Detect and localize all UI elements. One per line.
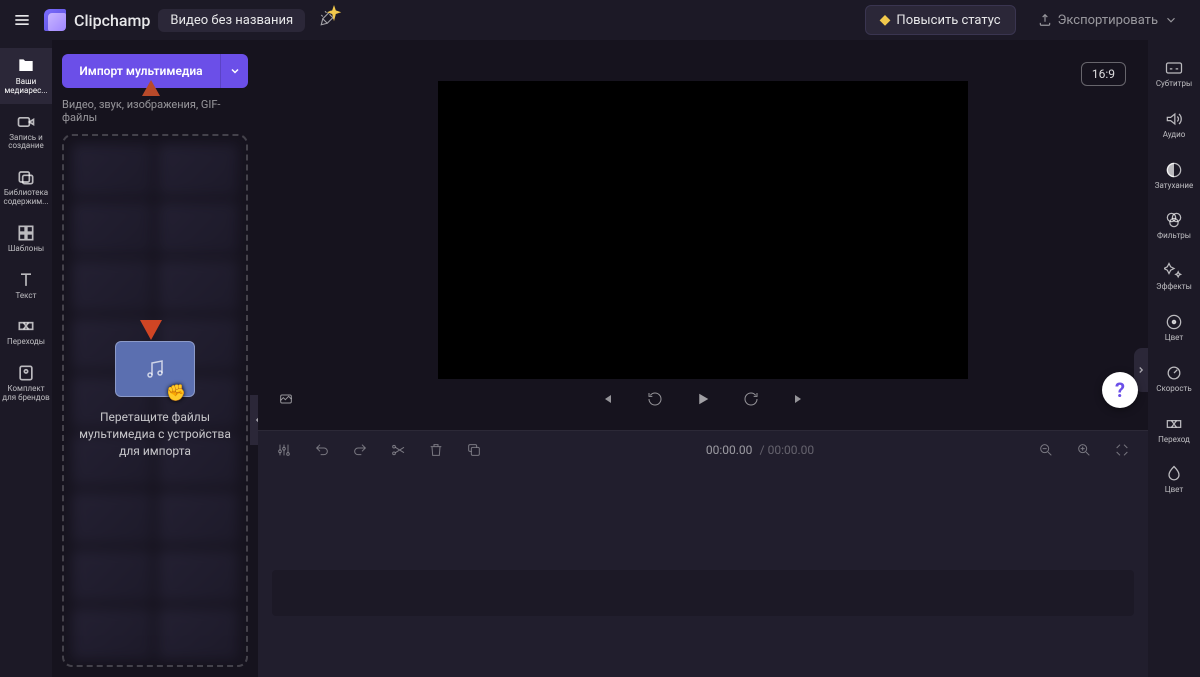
- sidebar-item-label: Переходы: [7, 338, 45, 347]
- skip-start-button[interactable]: [593, 385, 621, 413]
- sidebar-item-templates[interactable]: Шаблоны: [0, 215, 52, 262]
- import-hint-text: Видео, звук, изображения, GIF-файлы: [62, 98, 248, 124]
- export-button[interactable]: Экспортировать: [1024, 7, 1192, 34]
- brand-name: Clipchamp: [74, 11, 150, 30]
- sidebar-item-label: Эффекты: [1156, 283, 1192, 292]
- time-display: 00:00.00 / 00:00.00: [706, 443, 814, 457]
- sidebar-item-brandkit[interactable]: Комплект для брендов: [0, 355, 52, 411]
- aspect-ratio-button[interactable]: 16:9: [1081, 62, 1126, 86]
- upgrade-button[interactable]: ◆ Повысить статус: [865, 5, 1016, 35]
- sidebar-item-label: Переход: [1158, 436, 1190, 445]
- media-panel: Импорт мультимедиа Видео, звук, изображе…: [52, 40, 258, 677]
- sidebar-item-record[interactable]: Запись и создание: [0, 104, 52, 160]
- help-button[interactable]: ?: [1102, 372, 1138, 408]
- undo-button[interactable]: [310, 438, 334, 462]
- sidebar-item-label: Шаблоны: [8, 245, 44, 254]
- sidebar-item-label: Комплект для брендов: [2, 385, 50, 403]
- rewind-button[interactable]: [641, 385, 669, 413]
- sidebar-item-label: Текст: [16, 292, 37, 301]
- sidebar-item-transitions[interactable]: Переходы: [0, 308, 52, 355]
- delete-button[interactable]: [424, 438, 448, 462]
- sidebar-item-color2[interactable]: Цвет: [1148, 454, 1200, 505]
- center-area: 16:9: [258, 40, 1148, 677]
- import-media-button[interactable]: Импорт мультимедиа: [62, 54, 220, 88]
- preview-area: 16:9: [258, 40, 1148, 430]
- sidebar-item-library[interactable]: Библиотека содержим...: [0, 159, 52, 215]
- diamond-icon: ◆: [880, 12, 891, 28]
- timeline[interactable]: [258, 468, 1148, 677]
- sidebar-item-label: Ваши медиарес...: [2, 78, 50, 96]
- sidebar-item-label: Цвет: [1165, 334, 1183, 343]
- skip-end-button[interactable]: [785, 385, 813, 413]
- export-label: Экспортировать: [1058, 13, 1158, 28]
- zoom-out-button[interactable]: [1034, 438, 1058, 462]
- sidebar-item-fade[interactable]: Затухание: [1148, 150, 1200, 201]
- play-button[interactable]: [689, 385, 717, 413]
- logo-icon: [44, 9, 66, 31]
- import-dropdown-button[interactable]: [220, 54, 248, 88]
- sidebar-item-label: Аудио: [1163, 131, 1186, 140]
- sidebar-item-audio[interactable]: Аудио: [1148, 99, 1200, 150]
- header: Clipchamp Видео без названия ◆ Повысить …: [0, 0, 1200, 40]
- left-rail: Ваши медиарес... Запись и создание Библи…: [0, 40, 52, 677]
- sidebar-item-label: Фильтры: [1157, 232, 1191, 241]
- sidebar-item-label: Субтитры: [1156, 80, 1192, 89]
- current-time: 00:00.00: [706, 443, 753, 457]
- project-title-input[interactable]: Видео без названия: [158, 9, 305, 32]
- forward-button[interactable]: [737, 385, 765, 413]
- transport-controls: [258, 384, 1148, 414]
- zoom-in-button[interactable]: [1072, 438, 1096, 462]
- sidebar-item-label: Запись и создание: [2, 134, 50, 152]
- menu-icon[interactable]: [8, 6, 36, 34]
- sidebar-item-label: Библиотека содержим...: [2, 189, 50, 207]
- adjust-tool[interactable]: [272, 438, 296, 462]
- drop-overlay: ✊ Перетащите файлы мультимедиа с устройс…: [64, 136, 246, 665]
- frame-toggle-button[interactable]: [272, 385, 300, 413]
- fit-button[interactable]: [1110, 438, 1134, 462]
- timeline-toolbar: 00:00.00 / 00:00.00: [258, 430, 1148, 468]
- sidebar-item-text[interactable]: Текст: [0, 262, 52, 309]
- redo-button[interactable]: [348, 438, 372, 462]
- sidebar-item-label: Цвет: [1165, 486, 1183, 495]
- right-rail: Субтитры Аудио Затухание Фильтры Эффекты…: [1148, 40, 1200, 677]
- split-button[interactable]: [386, 438, 410, 462]
- grab-cursor-icon: ✊: [166, 383, 186, 402]
- timeline-track[interactable]: [272, 570, 1134, 616]
- upgrade-label: Повысить статус: [896, 13, 1000, 28]
- sidebar-item-effects[interactable]: Эффекты: [1148, 251, 1200, 302]
- total-time: 00:00.00: [768, 443, 815, 457]
- media-drop-zone[interactable]: ✊ Перетащите файлы мультимедиа с устройс…: [62, 134, 248, 667]
- sidebar-item-label: Затухание: [1155, 182, 1194, 191]
- media-thumb-placeholder: ✊: [115, 341, 195, 397]
- brand-logo[interactable]: Clipchamp: [44, 9, 150, 31]
- sidebar-item-label: Скорость: [1156, 385, 1191, 394]
- video-canvas[interactable]: [438, 81, 968, 379]
- sidebar-item-media[interactable]: Ваши медиарес...: [0, 48, 52, 104]
- sidebar-item-color[interactable]: Цвет: [1148, 302, 1200, 353]
- sidebar-item-speed[interactable]: Скорость: [1148, 353, 1200, 404]
- sidebar-item-filters[interactable]: Фильтры: [1148, 200, 1200, 251]
- sidebar-item-captions[interactable]: Субтитры: [1148, 48, 1200, 99]
- sparkle-button[interactable]: [319, 9, 337, 31]
- drop-text: Перетащите файлы мультимедиа с устройств…: [78, 409, 232, 459]
- duplicate-button[interactable]: [462, 438, 486, 462]
- sidebar-item-transition[interactable]: Переход: [1148, 404, 1200, 455]
